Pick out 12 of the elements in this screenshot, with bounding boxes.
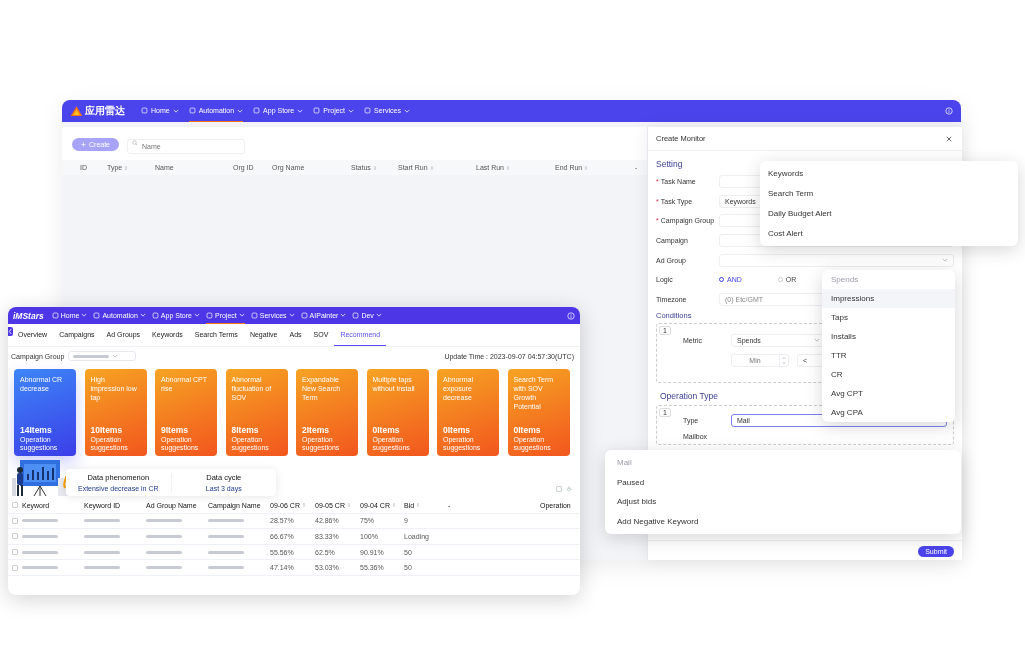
item-count: 2Items: [302, 424, 330, 435]
item-count: 0Items: [443, 424, 471, 435]
item-count: 9Items: [161, 424, 189, 435]
item-count: 14Items: [20, 424, 53, 435]
item-count: 8Items: [231, 424, 260, 435]
item-count: 10Items: [90, 424, 124, 435]
logo-text: 应用雷达: [85, 104, 125, 118]
item-count: 0Items: [513, 424, 542, 435]
item-count: 0Items: [372, 424, 401, 435]
logo-text: iMStars: [13, 310, 44, 321]
section-heading: Setting: [656, 159, 683, 169]
section-heading: Operation Type: [660, 391, 718, 402]
